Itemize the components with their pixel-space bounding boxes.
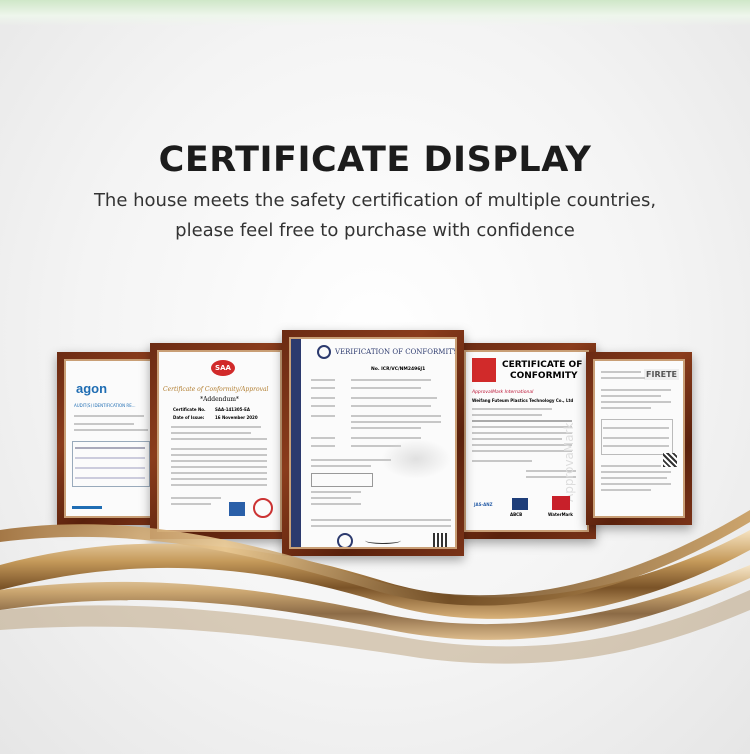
agon-heading: AUDIT(S) IDENTIFICATION RE... [74, 403, 136, 408]
qr-code-icon [663, 453, 677, 467]
page-title: CERTIFICATE DISPLAY [158, 140, 592, 180]
verification-emblem-icon [317, 345, 331, 359]
saa-date: 16 November 2020 [215, 415, 258, 420]
gold-swoosh-decoration [0, 510, 750, 664]
verification-number: No. ICR/VC/NM2496J1 [371, 367, 426, 372]
watermark-heading-1: CERTIFICATE OF [502, 360, 583, 370]
verification-heading: VERIFICATION OF CONFORMITY [335, 348, 455, 356]
watermark-issuer: ApprovalMark International [472, 390, 534, 395]
watermark-heading-2: CONFORMITY [510, 371, 578, 381]
saa-date-label: Date of Issue: [173, 415, 205, 420]
saa-addendum: *Addendum* [200, 396, 239, 403]
saa-heading: Certificate of Conformity/Approval [163, 386, 269, 393]
agon-logo: agon [76, 381, 108, 396]
saa-cert-no: SAA-141305-EA [215, 407, 250, 412]
watermark-company: Weifang Futeum Plastics Technology Co., … [472, 398, 574, 403]
top-green-band [0, 0, 750, 26]
saa-badge: SAA [211, 360, 235, 376]
subtitle-line-1: The house meets the safety certification… [93, 190, 657, 211]
watermark-badge-icon [472, 358, 496, 382]
subtitle-line-2: please feel free to purchase with confid… [175, 220, 575, 241]
firete-logo: FIRETE [644, 369, 679, 380]
saa-badge-text: SAA [215, 364, 231, 372]
saa-cert-no-label: Certificate No. [173, 407, 206, 412]
